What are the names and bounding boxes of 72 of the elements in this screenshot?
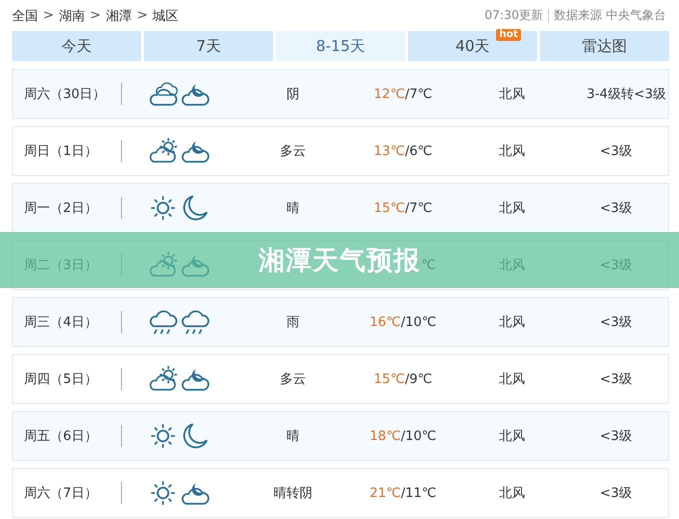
moon-icon [180,194,210,222]
high-temperature: 13℃ [374,144,405,158]
clouds-icon [148,80,178,108]
sun-icon [148,479,178,507]
low-temperature: ℃ [421,258,436,272]
day-label: 周三（4日） [23,314,98,331]
day-label: 周六（7日） [23,485,98,502]
breadcrumb-link[interactable]: 城区 [152,6,179,24]
day-label: 周日（1日） [23,143,98,160]
low-temperature: /7℃ [404,86,432,102]
breadcrumb-separator: > [90,8,101,23]
data-source: 数据来源 中央气象台 [554,7,666,24]
tab[interactable]: 40天 hot [408,31,537,61]
weather-text: 晴转阴 [274,486,312,501]
weather-text: 阴 [286,87,300,102]
day-label: 周一（2日） [23,200,98,217]
rain-icon [180,308,210,336]
wind-level: <3级 [600,485,632,502]
low-temperature: /9℃ [404,372,432,386]
wind-direction: 北风 [498,485,526,502]
sun-cloud-icon [148,137,178,165]
tab[interactable]: 8-15天 [276,31,405,61]
sun-cloud-icon [148,365,178,393]
wind-direction: 北风 [498,371,526,388]
sun-icon [148,422,178,450]
high-temperature: 16℃ [370,314,401,330]
weather-text: 多云 [280,372,306,387]
wind-level: <3级 [600,314,632,331]
wind-direction: 北风 [498,143,526,160]
weather-text: 晴 [286,201,300,216]
low-temperature: /11℃ [400,486,436,500]
breadcrumb-link[interactable]: 全国 [12,6,38,24]
high-temperature: 15℃ [374,372,405,386]
update-time: 07:30更新 [484,7,544,24]
tab[interactable]: 7天 [144,31,273,61]
high-temperature: 18℃ [370,428,401,444]
weather-text: 雨 [286,315,300,330]
banner-title: 湘潭天气预报 [258,244,420,278]
day-label: 周二（3日） [23,257,98,274]
low-temperature: /6℃ [404,144,432,158]
high-temperature: 12℃ [374,86,405,102]
high-temperature: 15℃ [374,200,405,216]
wind-level: <3级 [600,143,632,160]
low-temperature: /10℃ [400,314,436,330]
wind-level: <3级 [600,257,632,274]
hot-badge: hot [496,29,521,41]
breadcrumb-link[interactable]: 湘潭 [106,6,132,24]
wind-direction: 北风 [498,428,526,445]
day-label: 周六（30日） [23,86,107,103]
tab[interactable]: 雷达图 [540,31,669,61]
low-temperature: /7℃ [404,200,432,216]
high-temperature: 21℃ [370,486,401,500]
day-label: 周五（6日） [23,428,98,445]
tab[interactable]: 今天 [12,31,141,61]
wind-direction: 北风 [498,257,526,274]
breadcrumb-link[interactable]: 湖南 [58,6,85,24]
weather-text: 晴 [286,429,300,444]
rain-icon [148,308,178,336]
moon-icon [180,422,210,450]
wind-level: <3级 [600,371,632,388]
low-temperature: /10℃ [400,428,436,444]
weather-text: 多云 [280,144,306,159]
breadcrumb-separator: > [43,8,54,23]
wind-level: 3-4级转<3级 [586,86,666,103]
day-label: 周四（5日） [23,371,98,388]
breadcrumb-separator: > [136,8,148,23]
wind-direction: 北风 [498,200,526,217]
wind-direction: 北风 [498,314,526,331]
wind-level: <3级 [600,428,632,445]
wind-level: <3级 [600,200,632,217]
wind-direction: 北风 [498,86,526,103]
sun-icon [148,194,178,222]
